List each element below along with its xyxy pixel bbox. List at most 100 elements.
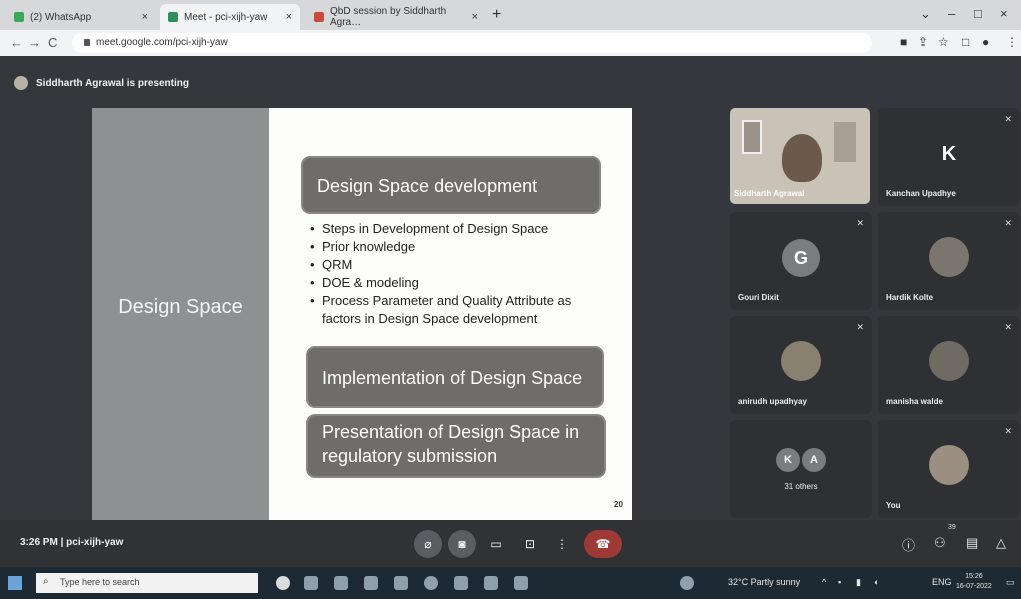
participant-name: Gouri Dixit	[738, 293, 779, 302]
app-icon[interactable]	[454, 576, 468, 590]
others-tile[interactable]: K A 31 others	[730, 420, 872, 518]
task-view-icon[interactable]	[304, 576, 318, 590]
gmail-icon	[314, 12, 324, 22]
camera-icon[interactable]: ■	[900, 35, 907, 49]
wall-frame	[742, 120, 762, 154]
avatar	[14, 76, 28, 90]
new-tab-button[interactable]: +	[492, 6, 501, 24]
close-tab-icon[interactable]: ×	[142, 11, 148, 23]
leave-call-button[interactable]: ☎	[584, 530, 622, 558]
share-icon[interactable]: ⇪	[918, 35, 928, 49]
participant-tile[interactable]: ✕ Hardik Kolte	[878, 212, 1020, 310]
avatar	[929, 341, 969, 381]
info-icon[interactable]: ⓘ	[902, 535, 915, 554]
mic-button[interactable]: ⌀	[414, 530, 442, 558]
wall-shelf	[834, 122, 856, 162]
participant-tile[interactable]: ✕ manisha walde	[878, 316, 1020, 414]
slide-section-title: Design Space	[118, 296, 243, 318]
chat-icon[interactable]: ▤	[966, 535, 978, 551]
tab-title: (2) WhatsApp	[30, 11, 92, 23]
volume-icon[interactable]: ◐	[874, 577, 879, 587]
url-field[interactable]: meet.google.com/pci-xijh-yaw	[72, 33, 872, 53]
camera-button[interactable]: ◙	[448, 530, 476, 558]
avatar	[929, 237, 969, 277]
more-options-button[interactable]: ⋮	[548, 530, 576, 558]
reload-button[interactable]: C	[48, 35, 57, 50]
language-indicator[interactable]: ENG	[932, 577, 952, 587]
people-icon[interactable]: ⚇	[934, 535, 946, 551]
participant-tile[interactable]: ✕ anirudh upadhyay	[730, 316, 872, 414]
mic-off-icon: ✕	[1004, 426, 1012, 436]
self-tile[interactable]: ✕ You	[878, 420, 1020, 518]
avatar: K	[941, 143, 957, 165]
participant-name: Kanchan Upadhye	[886, 189, 956, 198]
cortana-icon[interactable]	[276, 576, 290, 590]
search-icon: ⌕	[43, 576, 49, 587]
presenting-text: Siddharth Agrawal is presenting	[36, 77, 189, 89]
lock-icon	[84, 38, 90, 46]
meeting-time: 3:26 PM	[20, 537, 58, 548]
close-tab-icon[interactable]: ×	[286, 11, 292, 23]
tab-title: QbD session by Siddharth Agra…	[330, 6, 447, 28]
chrome-icon[interactable]	[424, 576, 438, 590]
tab-search-icon[interactable]: □	[962, 35, 969, 49]
participant-tile[interactable]: ✕ G Gouri Dixit	[730, 212, 872, 310]
app-icon[interactable]	[484, 576, 498, 590]
tab-gmail[interactable]: QbD session by Siddharth Agra… ×	[306, 4, 486, 30]
list-item: Steps in Development of Design Space	[310, 220, 610, 238]
file-explorer-icon[interactable]	[334, 576, 348, 590]
slide-page-number: 20	[614, 500, 623, 509]
list-item: Process Parameter and Quality Attribute …	[310, 292, 610, 328]
chevron-down-icon[interactable]: ⌄	[920, 6, 931, 22]
mic-off-icon: ✕	[1004, 218, 1012, 228]
participant-video-tile[interactable]: Siddharth Agrawal	[730, 108, 870, 204]
windows-start-icon[interactable]	[8, 576, 22, 590]
minimize-button[interactable]: –	[948, 6, 955, 21]
close-tab-icon[interactable]: ×	[472, 11, 478, 23]
menu-icon[interactable]: ⋮	[1006, 35, 1018, 49]
clock-date: 16-07-2022	[956, 583, 992, 590]
address-bar-row: ← → C meet.google.com/pci-xijh-yaw ■ ⇪ ☆…	[0, 30, 1021, 56]
others-count: 31 others	[784, 482, 818, 491]
tab-meet[interactable]: Meet - pci-xijh-yaw ×	[160, 4, 300, 30]
meet-icon	[168, 12, 178, 22]
participant-count-badge: 39	[948, 524, 956, 531]
mic-off-icon: ✕	[856, 218, 864, 228]
battery-icon[interactable]: ▮	[856, 577, 861, 588]
app-icon[interactable]	[514, 576, 528, 590]
network-icon[interactable]: ▪	[838, 577, 841, 587]
back-button[interactable]: ←	[10, 35, 23, 50]
slide-bullet-list: Steps in Development of Design Space Pri…	[310, 220, 610, 328]
avatar: G	[782, 239, 820, 277]
maximize-button[interactable]: □	[974, 6, 982, 21]
profile-icon[interactable]: ●	[982, 35, 989, 49]
participant-tile[interactable]: ✕ K Kanchan Upadhye	[878, 108, 1020, 206]
mail-icon[interactable]	[364, 576, 378, 590]
participant-name: manisha walde	[886, 397, 943, 406]
star-icon[interactable]: ☆	[938, 35, 949, 49]
meeting-details: 3:26 PM | pci-xijh-yaw	[20, 537, 123, 548]
activities-icon[interactable]: △	[996, 535, 1006, 551]
tray-chevron-icon[interactable]: ^	[822, 577, 826, 587]
weather-widget[interactable]: 32°C Partly sunny	[728, 577, 800, 587]
close-window-button[interactable]: ×	[1000, 6, 1008, 21]
clock[interactable]: 15:26 16-07-2022	[956, 572, 992, 592]
captions-button[interactable]: ▭	[482, 530, 510, 558]
participant-video	[782, 134, 822, 182]
tab-whatsapp[interactable]: (2) WhatsApp ×	[6, 4, 156, 30]
meet-stage: Siddharth Agrawal is presenting Design S…	[0, 56, 1021, 567]
present-button[interactable]: ⊡	[516, 530, 544, 558]
mic-off-icon: ✕	[1004, 322, 1012, 332]
meet-control-bar: 3:26 PM | pci-xijh-yaw ⌀ ◙ ▭ ⊡ ⋮ ☎ ⓘ 39 …	[0, 520, 1021, 567]
mic-off-icon: ✕	[856, 322, 864, 332]
slide-box-presentation: Presentation of Design Space in regulato…	[306, 414, 606, 478]
browser-tab-bar: (2) WhatsApp × Meet - pci-xijh-yaw × QbD…	[0, 0, 1021, 30]
notifications-icon[interactable]: ▭	[1006, 577, 1015, 588]
taskbar-search-box[interactable]: ⌕ Type here to search	[36, 573, 258, 593]
store-icon[interactable]	[394, 576, 408, 590]
app-icon[interactable]	[680, 576, 694, 590]
tab-title: Meet - pci-xijh-yaw	[184, 11, 268, 23]
forward-button[interactable]: →	[28, 35, 41, 50]
list-item: QRM	[310, 256, 610, 274]
avatar: K	[776, 448, 800, 472]
